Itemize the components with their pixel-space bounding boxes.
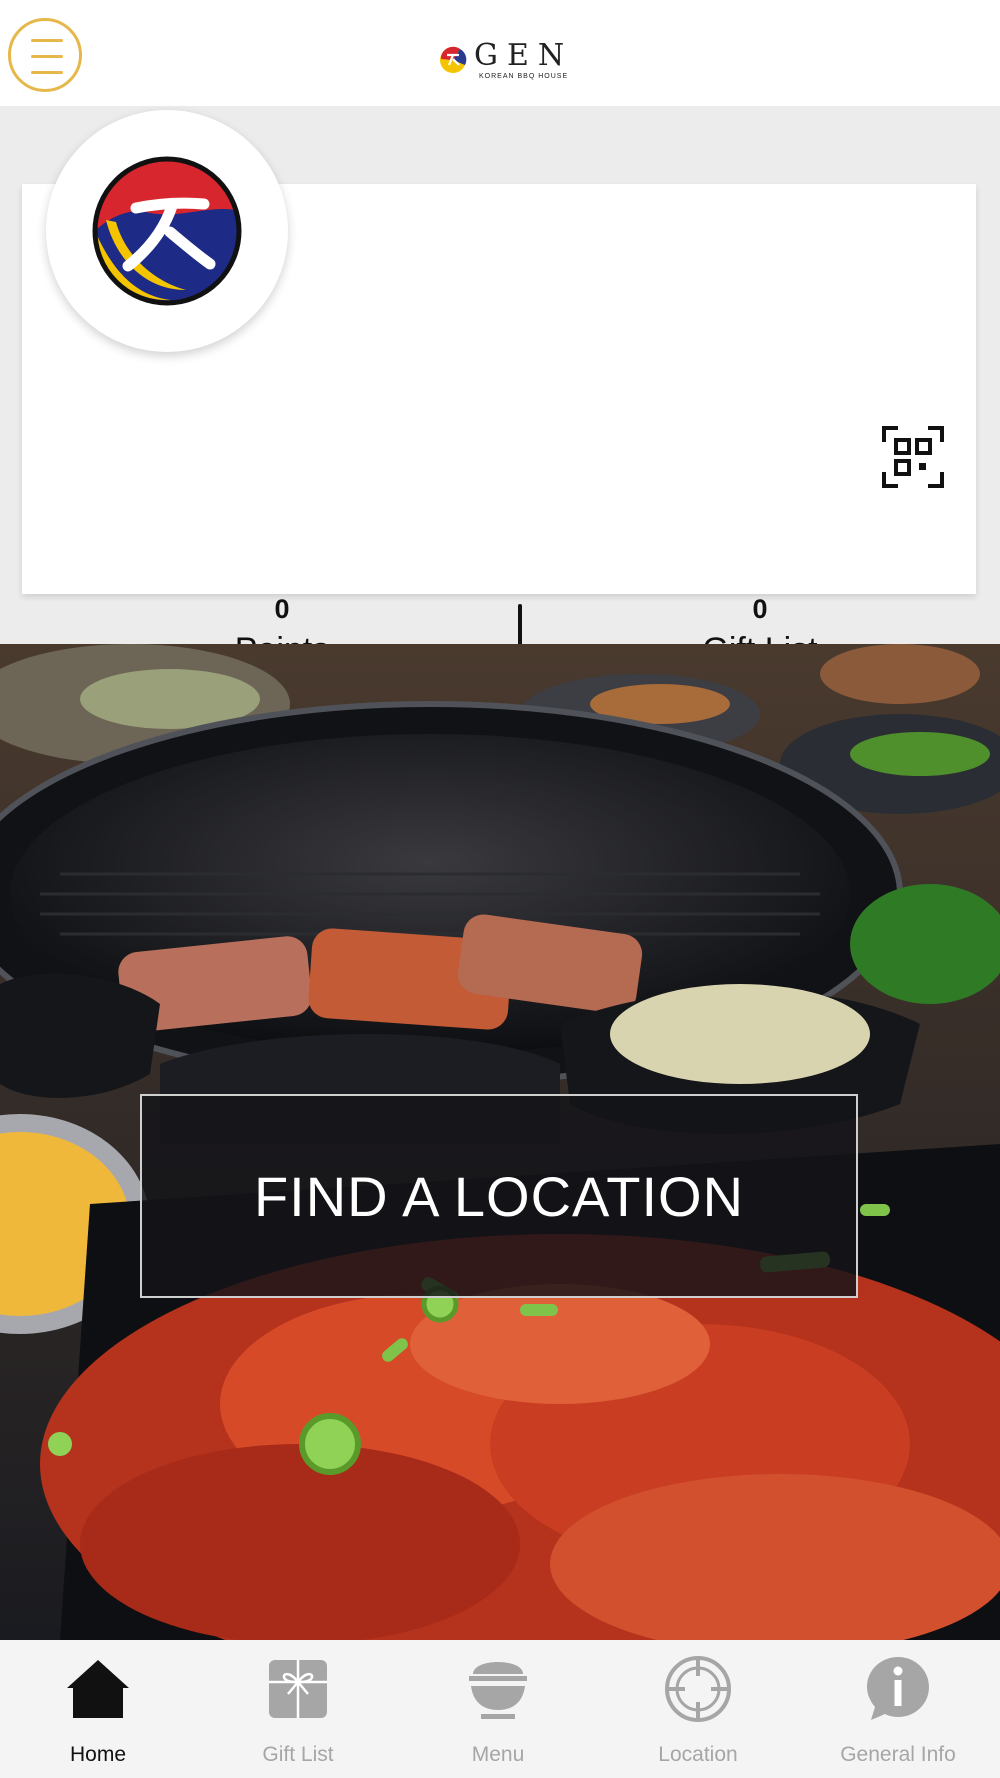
qr-code-icon [882, 426, 944, 488]
find-location-label: FIND A LOCATION [253, 1164, 745, 1228]
brand-emblem-icon [92, 156, 242, 306]
tab-label-gift-list: Gift List [262, 1743, 334, 1766]
tab-label-menu: Menu [471, 1743, 525, 1766]
bottom-tab-bar: Home Gift List Menu Location General Inf… [0, 1640, 1000, 1778]
gift-icon [269, 1660, 327, 1718]
tab-menu[interactable]: Menu [408, 1654, 588, 1767]
menu-line [31, 71, 63, 74]
gift-list-count: 0 [752, 594, 768, 624]
tab-home[interactable]: Home [8, 1654, 188, 1767]
find-location-button[interactable]: FIND A LOCATION [140, 1094, 858, 1298]
tab-label-location: Location [658, 1743, 738, 1766]
tab-location[interactable]: Location [608, 1654, 788, 1767]
menu-line [31, 39, 63, 42]
points-count: 0 [274, 594, 290, 624]
brand-emblem-icon [440, 46, 467, 73]
brand-name: GEN [474, 37, 574, 73]
tab-label-home: Home [69, 1743, 127, 1766]
tab-label-general-info: General Info [840, 1743, 956, 1766]
tab-gift-list[interactable]: Gift List [208, 1654, 388, 1767]
brand-tagline: KOREAN BBQ HOUSE [478, 72, 569, 80]
app-header: GEN KOREAN BBQ HOUSE [0, 0, 1000, 106]
hero-banner: FIND A LOCATION [0, 644, 1000, 1640]
menu-line [31, 55, 63, 58]
profile-avatar[interactable] [46, 110, 288, 352]
crosshair-icon [665, 1656, 731, 1722]
bowl-icon [469, 1662, 527, 1719]
hamburger-menu-button[interactable] [8, 18, 82, 92]
brand-logo: GEN KOREAN BBQ HOUSE [438, 38, 573, 82]
home-icon [67, 1660, 129, 1718]
qr-code-button[interactable] [882, 426, 944, 488]
tab-general-info[interactable]: General Info [808, 1654, 988, 1767]
info-icon [867, 1657, 929, 1720]
